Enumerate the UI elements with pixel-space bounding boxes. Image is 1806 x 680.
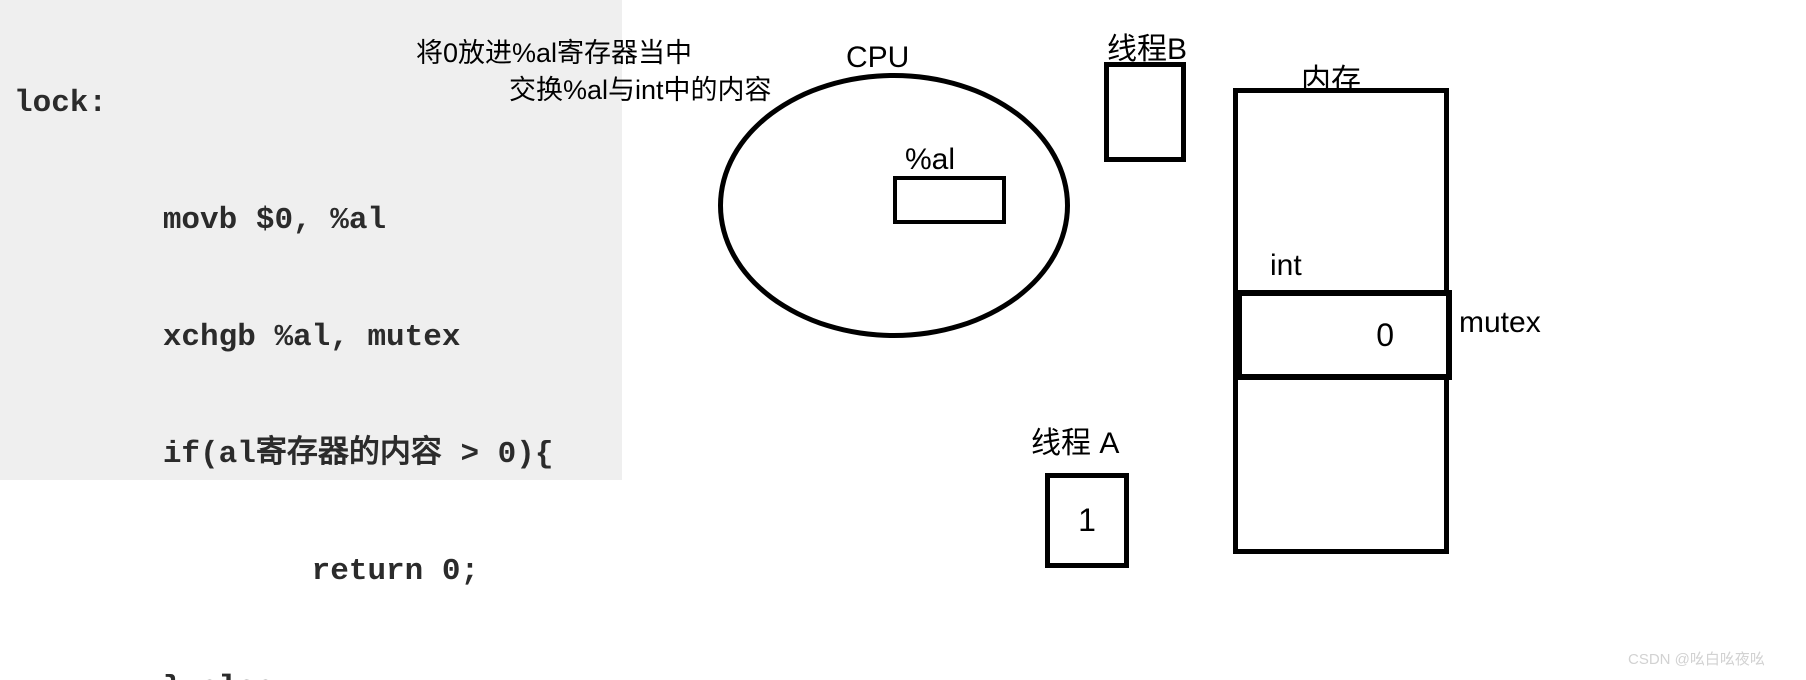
- memory-cell-mutex: 0: [1236, 290, 1452, 380]
- thread-a-label: 线程 A: [1031, 427, 1120, 460]
- thread-a-value: 1: [1078, 502, 1096, 538]
- memory-cell-upper: [1238, 93, 1444, 290]
- thread-a-box: 1: [1045, 473, 1129, 568]
- memory-box: int 0: [1233, 88, 1452, 554]
- al-register-box: [893, 176, 1006, 224]
- annotation-xchgb: 交换%al与int中的内容: [509, 75, 772, 105]
- annotation-movb: 将0放进%al寄存器当中: [416, 38, 693, 68]
- code-listing: lock: movb $0, %al xchgb %al, mutex if(a…: [14, 6, 654, 680]
- al-register-label: %al: [905, 143, 956, 176]
- thread-b-box: [1104, 62, 1186, 162]
- cpu-label: CPU: [846, 41, 910, 74]
- code-line: } else: [14, 669, 654, 680]
- watermark: CSDN @吆白吆夜吆: [1628, 651, 1765, 668]
- mutex-value: 0: [1376, 316, 1394, 353]
- code-line: xchgb %al, mutex: [14, 320, 461, 355]
- diagram-canvas: lock: movb $0, %al xchgb %al, mutex if(a…: [0, 0, 1806, 680]
- int-label: int: [1270, 249, 1302, 282]
- code-line: if(al寄存器的内容 > 0){: [14, 437, 554, 472]
- code-line: movb $0, %al: [14, 203, 387, 238]
- code-line: return 0;: [14, 554, 480, 589]
- mutex-label: mutex: [1459, 306, 1541, 339]
